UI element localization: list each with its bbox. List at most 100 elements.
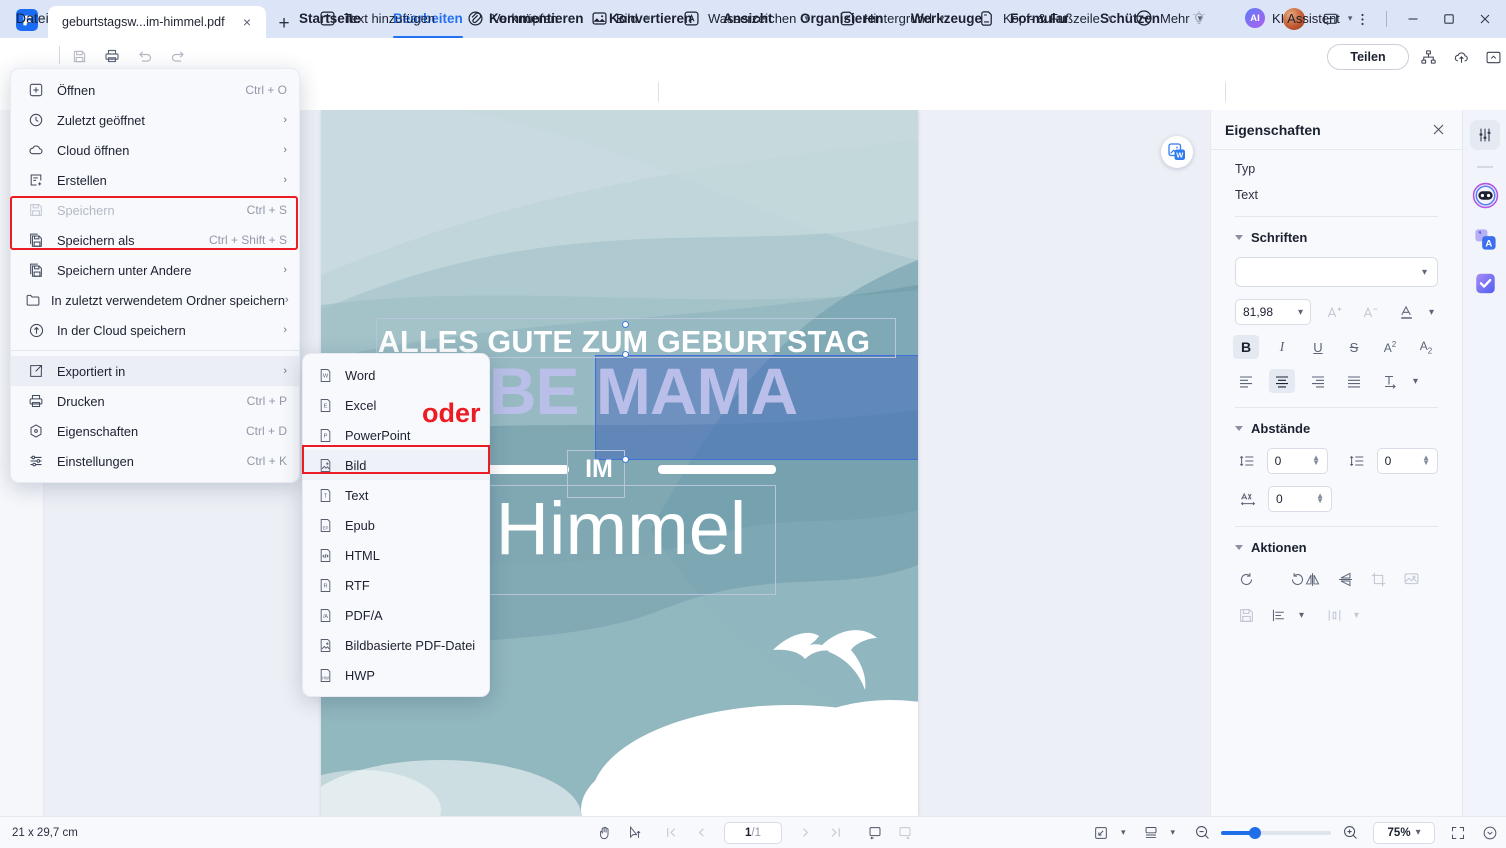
file-menu-button[interactable]: Datei (12, 8, 53, 28)
select-tool-icon[interactable] (622, 822, 648, 844)
chevron-down-icon[interactable]: ▾ (1299, 610, 1304, 621)
crop-icon[interactable] (1365, 567, 1391, 591)
quick-save-icon[interactable] (66, 46, 92, 66)
menu-item-in-zuletzt-verwendetem-ordner-speichern[interactable]: In zuletzt verwendetem Ordner speichern … (11, 285, 299, 315)
superscript-icon[interactable]: A2 (1377, 335, 1403, 359)
fullscreen-icon[interactable] (1445, 822, 1471, 844)
chevron-down-icon[interactable]: ▾ (1171, 827, 1176, 838)
resize-handle-top-mid[interactable] (622, 351, 629, 358)
paragraph-spacing-input[interactable]: 0 ▲ ▼ (1376, 448, 1438, 474)
font-color-icon[interactable] (1393, 300, 1419, 324)
menu-item-in-der-cloud-speichern[interactable]: In der Cloud speichern › (11, 315, 299, 345)
menu-item-erstellen[interactable]: Erstellen › (11, 165, 299, 195)
facing-page-view-icon[interactable] (892, 822, 918, 844)
document-tab[interactable]: geburtstagsw...im-himmel.pdf × (48, 6, 266, 38)
cloud-upload-icon[interactable] (1449, 46, 1473, 68)
submenu-item-word[interactable]: W Word (303, 360, 489, 390)
align-objects-icon[interactable] (1266, 603, 1292, 627)
line-spacing-input[interactable]: 0 ▲ ▼ (1266, 448, 1328, 474)
menu-item-exportiert-in[interactable]: Exportiert in › (11, 356, 299, 386)
chevron-down-icon[interactable]: ▾ (1422, 267, 1427, 278)
menu-item-speichern-unter-andere[interactable]: Speichern unter Andere › (11, 255, 299, 285)
submenu-item-bildbasierte-pdf-datei[interactable]: Bildbasierte PDF-Datei (303, 630, 489, 660)
chevron-down-icon[interactable]: ▾ (1413, 376, 1418, 387)
chevron-down-icon[interactable] (1235, 426, 1243, 431)
stepper-icon[interactable]: ▲ ▼ (1422, 454, 1430, 466)
more-tools-button[interactable]: Mehr ▾ (1134, 0, 1202, 36)
add-text-button[interactable]: Text hinzufügen (318, 0, 435, 36)
quick-undo-icon[interactable] (132, 46, 158, 66)
image-button[interactable]: Bild ▾ (590, 0, 650, 36)
save-icon[interactable] (1233, 603, 1259, 627)
chevron-down-icon[interactable]: ▾ (804, 13, 809, 24)
properties-sliders-icon[interactable] (1470, 120, 1500, 150)
distribute-icon[interactable] (1321, 603, 1347, 627)
submenu-item-pdfa[interactable]: /A PDF/A (303, 600, 489, 630)
quick-redo-icon[interactable] (165, 46, 191, 66)
chevron-down-icon[interactable]: ▾ (940, 13, 945, 24)
chevron-down-icon[interactable] (1235, 545, 1243, 550)
spacing-section-header[interactable]: Abstände (1211, 421, 1462, 436)
submenu-item-html[interactable]: HTML (303, 540, 489, 570)
bold-icon[interactable]: B (1233, 335, 1259, 359)
single-page-view-icon[interactable] (862, 822, 888, 844)
underline-icon[interactable]: U (1305, 335, 1331, 359)
chevron-down-icon[interactable]: ▾ (1429, 307, 1434, 318)
ai-robot-icon[interactable] (1470, 180, 1500, 210)
rotate-right-icon[interactable] (1266, 567, 1303, 591)
zoom-slider-handle[interactable] (1249, 826, 1262, 839)
chevron-down-icon[interactable]: ▾ (1348, 13, 1353, 24)
last-page-icon[interactable] (822, 822, 848, 844)
subscript-icon[interactable]: A2 (1413, 335, 1439, 359)
fonts-section-header[interactable]: Schriften (1211, 230, 1462, 245)
watermark-button[interactable]: Wasserzeichen ▾ (682, 0, 809, 36)
increase-font-size-icon[interactable] (1321, 300, 1347, 324)
close-window-button[interactable] (1468, 4, 1502, 34)
share-network-icon[interactable] (1416, 46, 1440, 68)
maximize-button[interactable] (1432, 4, 1466, 34)
page-number-input[interactable]: 1/1 (724, 821, 782, 844)
chevron-down-icon[interactable]: ▾ (1298, 307, 1303, 318)
new-tab-icon[interactable]: + (272, 11, 296, 35)
checklist-icon[interactable] (1470, 268, 1500, 298)
close-tab-icon[interactable]: × (238, 13, 256, 31)
align-left-icon[interactable] (1233, 369, 1259, 393)
menu-item-oeffnen[interactable]: Öffnen Ctrl + O (11, 75, 299, 105)
submenu-item-bild[interactable]: Bild (303, 450, 489, 480)
submenu-item-epub[interactable]: EP Epub (303, 510, 489, 540)
menu-item-speichern-als[interactable]: Speichern als Ctrl + Shift + S (11, 225, 299, 255)
submenu-item-text[interactable]: T Text (303, 480, 489, 510)
ai-assistant-button[interactable]: AI KI Assistent ▾ (1245, 0, 1352, 36)
resize-handle-top[interactable] (622, 321, 629, 328)
chevron-down-icon[interactable]: ▾ (646, 13, 651, 24)
chevron-down-icon[interactable]: ▾ (1416, 827, 1421, 838)
stepper-icon[interactable]: ▲ ▼ (1312, 454, 1320, 466)
char-spacing-input[interactable]: 0 ▲ ▼ (1268, 486, 1332, 512)
hand-tool-icon[interactable] (592, 822, 618, 844)
menu-item-drucken[interactable]: Drucken Ctrl + P (11, 386, 299, 416)
chevron-down-icon[interactable]: ▾ (1108, 13, 1113, 24)
replace-image-icon[interactable] (1398, 567, 1424, 591)
stepper-icon[interactable]: ▲ ▼ (1316, 492, 1324, 504)
quick-print-icon[interactable] (99, 46, 125, 66)
rotate-left-icon[interactable] (1233, 567, 1259, 591)
zoom-level-select[interactable]: 75% ▾ (1373, 821, 1436, 844)
decrease-font-size-icon[interactable] (1357, 300, 1383, 324)
menu-item-zuletzt-geoeffnet[interactable]: Zuletzt geöffnet › (11, 105, 299, 135)
text-direction-icon[interactable] (1377, 369, 1403, 393)
menu-item-einstellungen[interactable]: Einstellungen Ctrl + K (11, 446, 299, 476)
align-center-icon[interactable] (1269, 369, 1295, 393)
chevron-down-icon[interactable]: ▾ (1354, 610, 1359, 621)
resize-handle-bottom[interactable] (622, 456, 629, 463)
menu-item-eigenschaften[interactable]: Eigenschaften Ctrl + D (11, 416, 299, 446)
fit-page-icon[interactable] (1088, 822, 1114, 844)
flip-vertical-icon[interactable] (1332, 567, 1358, 591)
prev-page-icon[interactable] (688, 822, 714, 844)
next-page-icon[interactable] (792, 822, 818, 844)
scroll-layout-icon[interactable] (1138, 822, 1164, 844)
share-button[interactable]: Teilen (1327, 44, 1409, 70)
align-right-icon[interactable] (1305, 369, 1331, 393)
translate-icon[interactable]: A (1470, 224, 1500, 254)
zoom-slider[interactable] (1221, 826, 1332, 839)
chevron-down-icon[interactable]: ▾ (1198, 13, 1203, 24)
